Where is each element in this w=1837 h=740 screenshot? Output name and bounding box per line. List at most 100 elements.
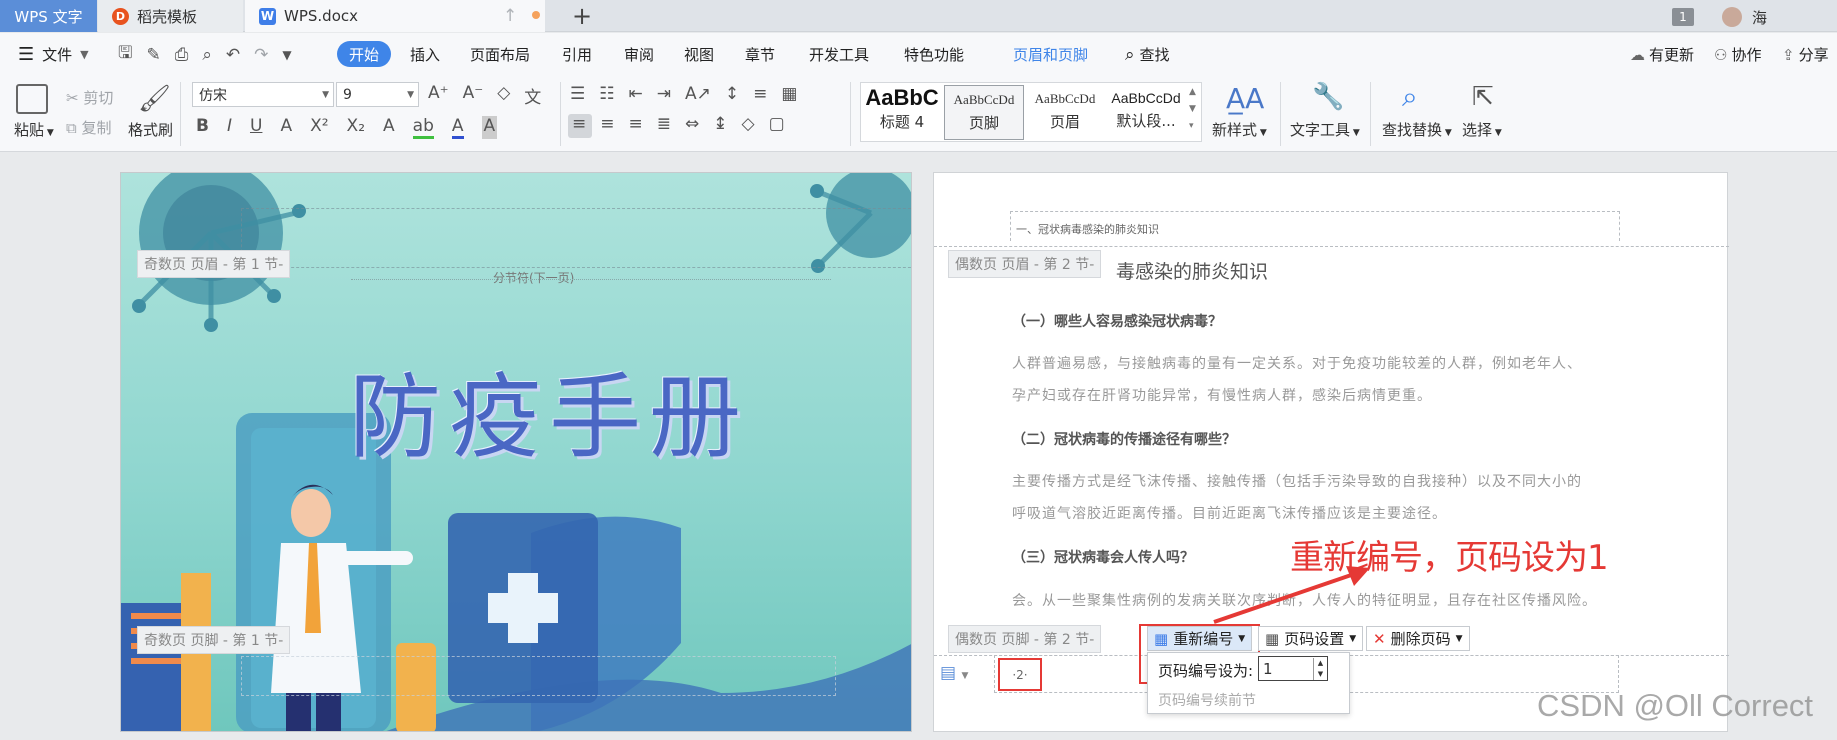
wrench-icon[interactable]: 🔧 <box>1312 82 1344 112</box>
chevron-down-icon: ▼ <box>80 48 89 61</box>
tab-header-footer[interactable]: 页眉和页脚 <box>1013 33 1088 76</box>
justify-icon[interactable]: ≣ <box>657 114 671 134</box>
format-brush-icon[interactable]: ✎ <box>146 45 160 65</box>
style-gallery-scroll[interactable]: ▲ ▼ ▾ <box>1189 84 1196 135</box>
underline-icon[interactable]: U <box>250 116 262 139</box>
format-painter-icon[interactable]: 🖌 <box>138 84 171 114</box>
avatar[interactable] <box>1722 7 1742 27</box>
find-replace-button[interactable]: 查找替换 ▼ <box>1382 119 1452 140</box>
tab-template[interactable]: D 稻壳模板 <box>98 0 243 32</box>
superscript-icon[interactable]: X² <box>310 116 328 139</box>
copy-label: 复制 <box>81 119 112 137</box>
char-shading-icon[interactable]: A <box>481 116 498 139</box>
align-right-icon[interactable]: ≡ <box>629 114 643 134</box>
file-menu[interactable]: ☰ 文件 ▼ <box>18 33 89 76</box>
format-painter-button[interactable]: 格式刷 <box>128 119 173 140</box>
tab-wps-writer[interactable]: WPS 文字 <box>0 0 97 32</box>
redo-icon[interactable]: ↷ <box>254 45 268 65</box>
continue-previous-item[interactable]: 页码编号续前节 <box>1158 690 1256 710</box>
subscript-icon[interactable]: X₂ <box>347 116 365 139</box>
numbered-list-icon[interactable]: ☷ <box>599 84 614 104</box>
new-style-icon[interactable]: A̲A <box>1226 82 1264 115</box>
word-doc-icon: W <box>259 7 276 25</box>
more-chevron-icon[interactable]: ▼ <box>282 48 291 62</box>
tab-view[interactable]: 视图 <box>684 33 714 76</box>
quick-access-toolbar: 🖫 ✎ ⎙ ⌕ ↶ ↷ ▼ <box>118 33 292 76</box>
align-left-icon[interactable]: ≡ <box>572 114 586 134</box>
window-count-badge[interactable]: 1 <box>1672 8 1694 26</box>
share-button[interactable]: ⇪ 分享 <box>1782 33 1829 76</box>
update-button[interactable]: ☁ 有更新 <box>1630 33 1694 76</box>
sort-icon[interactable]: ↕ <box>725 84 739 104</box>
text-tools-button[interactable]: 文字工具 ▼ <box>1290 119 1360 140</box>
paste-button[interactable]: 粘贴 ▼ <box>14 119 54 140</box>
paste-icon[interactable] <box>16 84 48 114</box>
grow-font-icon[interactable]: A⁺ <box>428 83 449 108</box>
page-number-input[interactable]: 1 ▲ ▼ <box>1258 656 1328 681</box>
table-icon[interactable]: ▦ <box>781 84 797 104</box>
collab-button[interactable]: ⚇ 协作 <box>1714 33 1761 76</box>
upload-arrow-icon[interactable]: ↑ <box>503 6 517 26</box>
tab-chapter[interactable]: 章节 <box>745 33 775 76</box>
footer-area[interactable] <box>241 656 836 696</box>
tab-review[interactable]: 审阅 <box>624 33 654 76</box>
increase-indent-icon[interactable]: ⇥ <box>657 84 671 104</box>
copy-button[interactable]: ⧉ 复制 <box>66 117 112 138</box>
header-area[interactable] <box>241 208 911 268</box>
running-header-text: 一、冠状病毒感染的肺炎知识 <box>1016 223 1159 236</box>
text-direction-icon[interactable]: A↗ <box>685 84 711 104</box>
update-label: 有更新 <box>1649 46 1695 64</box>
print-icon[interactable]: ⎙ <box>175 45 189 65</box>
cloud-icon: ☁ <box>1630 45 1645 64</box>
italic-icon[interactable]: I <box>227 116 232 139</box>
spacing-icon[interactable]: ↨ <box>713 114 727 134</box>
tab-references[interactable]: 引用 <box>562 33 592 76</box>
tab-start[interactable]: 开始 <box>337 41 392 67</box>
ribbon-divider <box>1280 82 1281 146</box>
bullet-list-icon[interactable]: ☰ <box>570 84 585 104</box>
section-title: 毒感染的肺炎知识 <box>1116 261 1269 283</box>
strikethrough-icon[interactable]: A <box>280 116 292 139</box>
clear-format-icon[interactable]: ◇ <box>497 83 510 108</box>
footer-doc-icon[interactable]: ▤ ▼ <box>940 663 968 683</box>
border-icon[interactable]: ▢ <box>769 114 785 134</box>
style-footer[interactable]: AaBbCcDd 页脚 <box>944 85 1024 140</box>
save-icon[interactable]: 🖫 <box>118 40 132 69</box>
cursor-icon[interactable]: ⇱ <box>1472 82 1494 112</box>
tab-insert[interactable]: 插入 <box>410 33 440 76</box>
paragraph-1b: 孕产妇或存在肝肾功能异常，有慢性病人群，感染后病情更重。 <box>1012 388 1432 404</box>
new-style-button[interactable]: 新样式 ▼ <box>1212 119 1267 140</box>
page-number-field[interactable]: ·2· <box>998 658 1042 691</box>
distribute-icon[interactable]: ⇔ <box>685 114 699 134</box>
spinner-icon[interactable]: ▲ ▼ <box>1313 657 1327 680</box>
ribbon-divider <box>560 82 561 146</box>
tab-developer[interactable]: 开发工具 <box>809 33 869 76</box>
tab-special[interactable]: 特色功能 <box>904 33 964 76</box>
style-heading4[interactable]: AaBbC 标题 4 <box>862 85 942 140</box>
shading-icon[interactable]: ◇ <box>742 114 755 134</box>
cut-button[interactable]: ✂ 剪切 <box>66 87 113 108</box>
new-tab-button[interactable]: + <box>572 2 592 30</box>
search-button[interactable]: ⌕ 查找 <box>1125 33 1170 76</box>
decrease-indent-icon[interactable]: ⇤ <box>629 84 643 104</box>
font-color-icon[interactable]: A <box>451 116 464 139</box>
text-effect-icon[interactable]: A <box>383 116 395 139</box>
style-header[interactable]: AaBbCcDd 页眉 <box>1025 85 1105 140</box>
tab-document[interactable]: W WPS.docx ↑ <box>245 0 545 32</box>
font-name-select[interactable]: 仿宋 ▼ <box>192 82 334 107</box>
highlight-icon[interactable]: ab <box>412 116 434 139</box>
print-preview-icon[interactable]: ⌕ <box>202 45 212 65</box>
phonetic-icon[interactable]: 文 <box>524 83 541 108</box>
font-size-select[interactable]: 9 ▼ <box>336 82 419 107</box>
section-break-label: 分节符(下一页) <box>493 271 575 285</box>
tab-page-layout[interactable]: 页面布局 <box>470 33 530 76</box>
line-spacing-icon[interactable]: ≡ <box>753 84 767 104</box>
shrink-font-icon[interactable]: A⁻ <box>463 83 484 108</box>
find-replace-icon[interactable]: ⌕ <box>1402 80 1418 114</box>
style-default[interactable]: AaBbCcDd 默认段... <box>1106 85 1186 140</box>
select-button[interactable]: 选择 ▼ <box>1462 119 1502 140</box>
delete-page-number-button[interactable]: ✕ 删除页码 ▼ <box>1366 626 1470 651</box>
undo-icon[interactable]: ↶ <box>226 45 240 65</box>
bold-icon[interactable]: B <box>196 116 209 139</box>
align-center-icon[interactable]: ≡ <box>600 114 614 134</box>
